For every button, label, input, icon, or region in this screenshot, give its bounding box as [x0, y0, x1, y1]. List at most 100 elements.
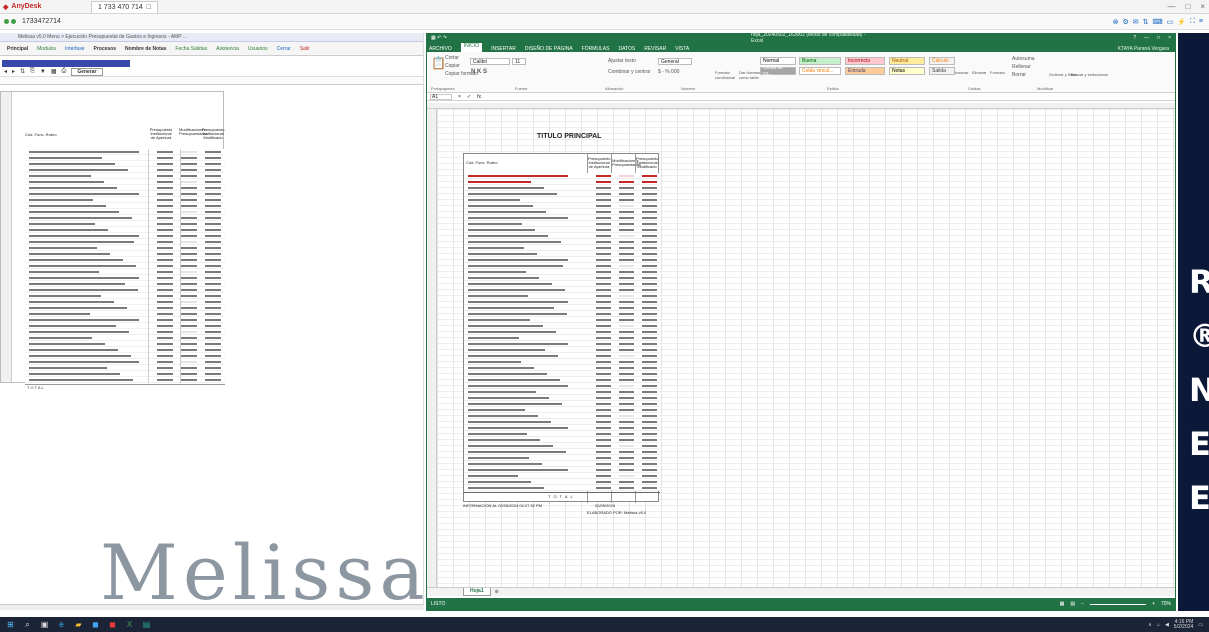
menu-interfase[interactable]: Interfase	[63, 45, 86, 53]
delete-cells-button[interactable]: Eliminar	[972, 70, 986, 75]
clock[interactable]: 4:16 PM 5/2/2024	[1174, 619, 1193, 630]
menu-usuarios[interactable]: Usuarios	[246, 45, 270, 53]
cell-style-1[interactable]: Buena	[799, 57, 841, 65]
row-values	[157, 217, 225, 219]
add-sheet-icon[interactable]: ⊕	[495, 589, 499, 595]
print-icon[interactable]: ⎙	[62, 68, 67, 75]
filter-icon[interactable]: ▼	[40, 69, 46, 75]
next-icon[interactable]: ▸	[12, 68, 15, 75]
menu-salir[interactable]: Salir	[298, 45, 312, 53]
zoom-slider[interactable]	[1090, 603, 1147, 605]
formula-enter-icon[interactable]: ✓	[467, 94, 471, 100]
tab-inicio[interactable]: INICIO	[460, 43, 483, 52]
format-cells-button[interactable]: Formato	[990, 70, 1005, 75]
row-description	[468, 433, 527, 435]
excel-export-icon[interactable]: ▦	[51, 68, 57, 75]
menu-nombre-notas[interactable]: Nombre de Notas	[123, 45, 168, 53]
office-icon[interactable]: ◼	[106, 619, 119, 630]
sort-icon[interactable]: ⇅	[20, 68, 25, 75]
prev-icon[interactable]: ◂	[4, 68, 7, 75]
menu-modulos[interactable]: Modulos	[35, 45, 58, 53]
store-icon[interactable]: ◼	[89, 619, 102, 630]
font-name-select[interactable]: Calibri	[470, 58, 510, 65]
copy-icon[interactable]: ⎘	[30, 68, 35, 75]
worksheet[interactable]: TITULO PRINCIPAL Cód. Func. Rubro Presup…	[427, 103, 1175, 587]
menu-fecha-salidas[interactable]: Fecha Salidas	[173, 45, 209, 53]
terminal-icon[interactable]: ▤	[140, 619, 153, 630]
menu-principal[interactable]: Principal	[5, 45, 30, 53]
normal-view-icon[interactable]: ▦	[1060, 601, 1065, 607]
actions-icon[interactable]: ⚡	[1177, 18, 1186, 26]
file-explorer-icon[interactable]: ▰	[72, 619, 85, 630]
cell-style-3[interactable]: Neutral	[889, 57, 925, 65]
name-box[interactable]: A1	[430, 93, 452, 100]
bold-icon[interactable]: N K S	[471, 69, 487, 75]
search-icon[interactable]: ⌕	[21, 619, 34, 630]
wrap-text-button[interactable]: Ajustar texto	[608, 58, 636, 64]
keyboard-icon[interactable]: ⌨	[1153, 18, 1163, 26]
excel-quick-access-icon[interactable]: ▦ ↶ ↷	[431, 35, 447, 41]
fill-button[interactable]: Rellenar	[1012, 64, 1031, 70]
transfer-icon[interactable]: ⇅	[1143, 18, 1149, 26]
remote-desktop[interactable]: Melissa v5.0 Menu > Ejecución Presupuest…	[0, 30, 1209, 617]
zoom-in-icon[interactable]: +	[1152, 601, 1155, 607]
find-select-button[interactable]: Buscar y seleccionar	[1071, 72, 1108, 77]
row-description	[29, 319, 139, 321]
excel-icon[interactable]: X	[123, 619, 136, 630]
menu-asistencia[interactable]: Asistencia	[214, 45, 241, 53]
monitor-icon[interactable]: ▭	[1167, 18, 1174, 26]
cell-style-8[interactable]: Notas	[889, 67, 925, 75]
cell-style-7[interactable]: Entrada	[845, 67, 885, 75]
currency-icon[interactable]: $ - % 000	[658, 69, 679, 75]
page-layout-icon[interactable]: ▤	[1070, 601, 1075, 607]
font-size-select[interactable]: 11	[512, 58, 526, 65]
settings-icon[interactable]: ⚙	[1123, 18, 1129, 26]
tab-close-icon[interactable]: □	[147, 4, 151, 11]
cell-style-0[interactable]: Normal	[760, 57, 796, 65]
merge-center-button[interactable]: Combinar y centrar	[608, 69, 651, 75]
fullscreen-icon[interactable]: ⛶	[1190, 18, 1195, 26]
close-button[interactable]: ×	[1200, 2, 1205, 11]
insert-cells-button[interactable]: Insertar	[955, 70, 969, 75]
generar-button[interactable]: Generar	[71, 67, 103, 76]
edge-icon[interactable]: e	[55, 619, 68, 630]
excel-maximize-button[interactable]: □	[1157, 35, 1160, 41]
zoom-level[interactable]: 70%	[1161, 601, 1171, 607]
cell-style-4[interactable]: Cálculo	[929, 57, 955, 65]
task-view-icon[interactable]: ▣	[38, 619, 51, 630]
cell-style-9[interactable]: Salida	[929, 67, 955, 75]
menu-procesos[interactable]: Procesos	[92, 45, 119, 53]
report-grid[interactable]: Cód. Func. Rubro Presupuesto Institucion…	[0, 91, 225, 390]
row-value	[205, 295, 221, 297]
volume-icon[interactable]: ◀	[1165, 622, 1169, 628]
maximize-button[interactable]: □	[1185, 2, 1190, 11]
notifications-icon[interactable]: ▭	[1198, 622, 1203, 628]
autosum-button[interactable]: Autosuma	[1012, 56, 1035, 62]
menu-icon[interactable]: ≡	[1199, 18, 1203, 26]
copy-button[interactable]: Copiar	[445, 63, 460, 69]
session-tab[interactable]: 1 733 470 714 □	[91, 0, 158, 13]
cell-style-5[interactable]: Celda de co...	[760, 65, 796, 77]
minimize-button[interactable]: —	[1167, 2, 1175, 11]
cut-button[interactable]: Cortar	[445, 55, 459, 61]
insert-function-icon[interactable]: fx	[477, 94, 481, 100]
excel-minimize-button[interactable]: —	[1144, 35, 1149, 41]
excel-close-button[interactable]: ×	[1168, 35, 1171, 41]
number-format-select[interactable]: General	[658, 58, 692, 65]
tray-chevron-icon[interactable]: ∧	[1148, 622, 1152, 628]
excel-help-button[interactable]: ?	[1133, 35, 1136, 41]
menu-cerrar[interactable]: Cerrar	[275, 45, 293, 53]
cell-style-2[interactable]: Incorrecto	[845, 57, 885, 65]
clear-button[interactable]: Borrar	[1012, 72, 1026, 78]
conditional-format-button[interactable]: Formato condicional	[715, 70, 741, 80]
sheet-tab-hoja1[interactable]: Hoja1	[463, 588, 491, 596]
formula-cancel-icon[interactable]: ×	[458, 94, 461, 100]
close-session-icon[interactable]: ⊗	[1113, 18, 1119, 26]
chat-icon[interactable]: ✉	[1133, 18, 1139, 26]
windows-icon[interactable]: ⊞	[4, 619, 17, 630]
zoom-out-icon[interactable]: −	[1081, 601, 1084, 607]
paste-icon[interactable]: 📋	[431, 56, 446, 70]
network-icon[interactable]: ⌂	[1157, 622, 1160, 628]
formula-bar[interactable]	[0, 77, 423, 85]
cell-style-6[interactable]: Celda vincul...	[799, 67, 841, 75]
